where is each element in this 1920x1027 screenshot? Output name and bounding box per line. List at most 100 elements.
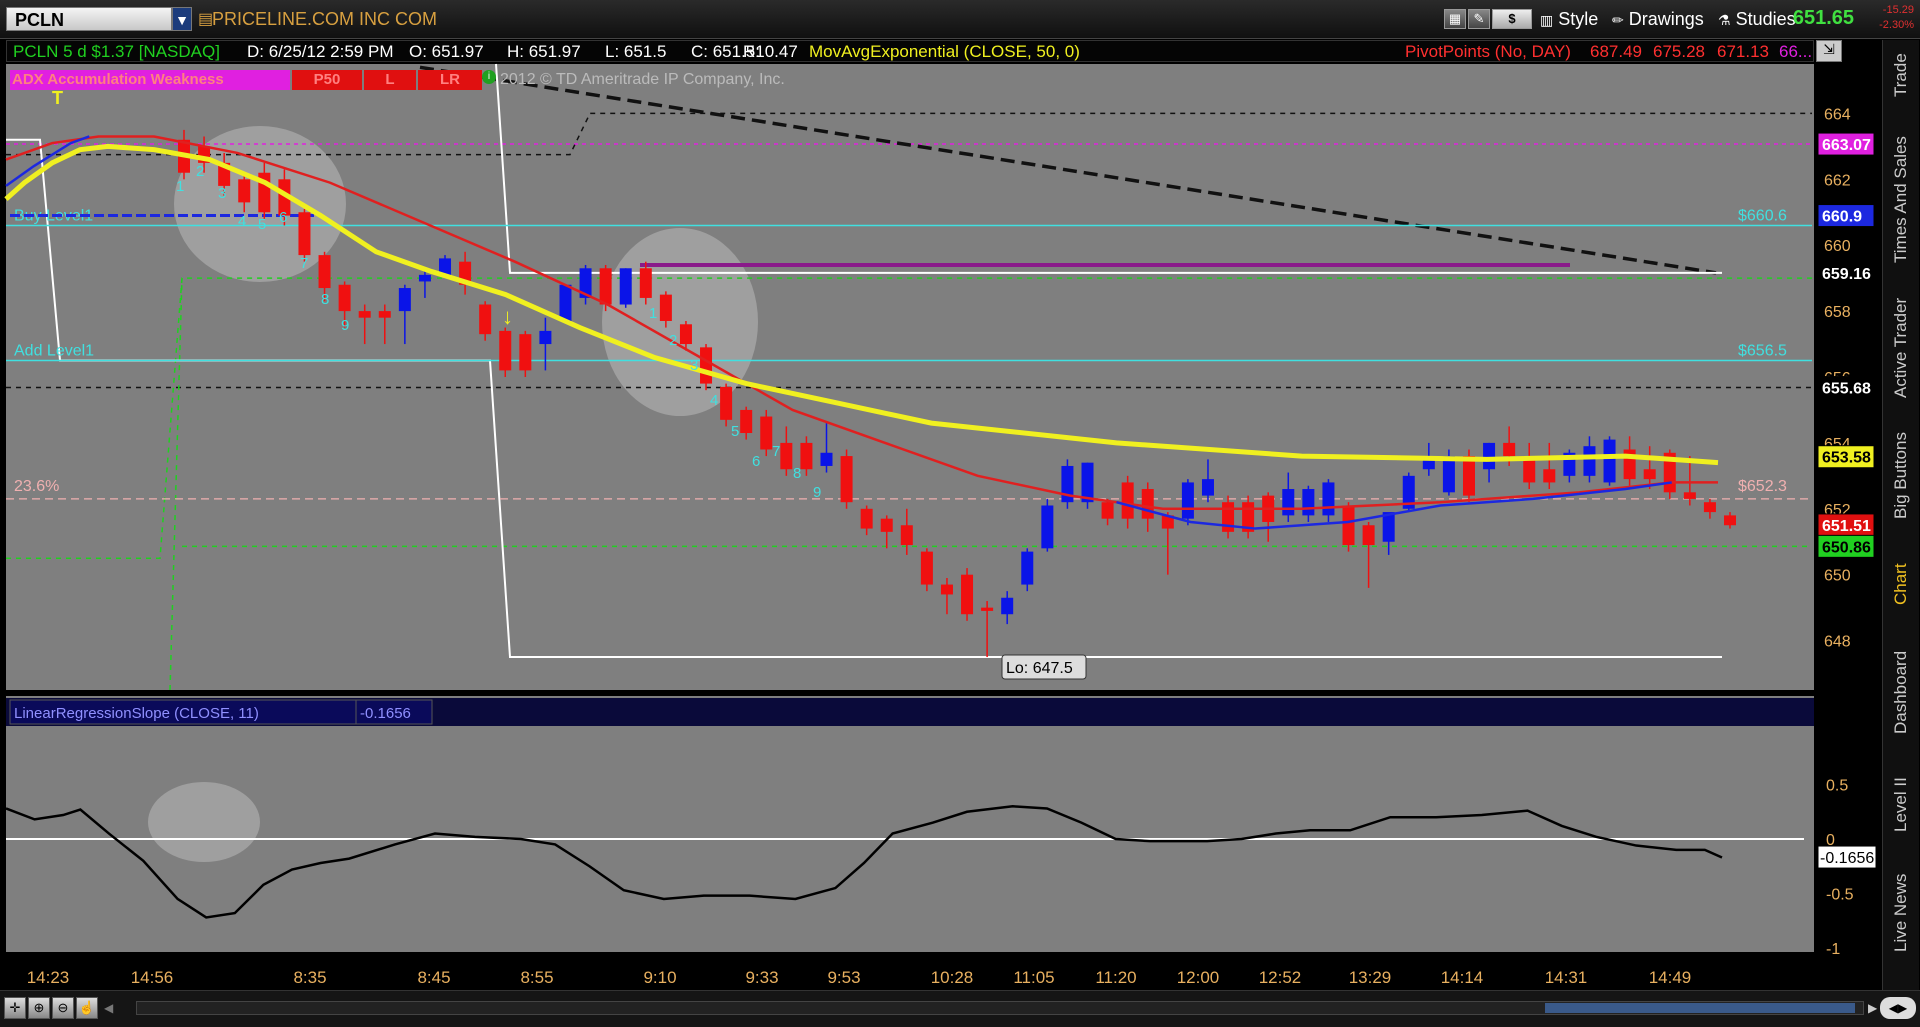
candle-body	[981, 607, 994, 611]
sequence-label: 7	[772, 443, 780, 460]
x-tick-label: 12:00	[1177, 968, 1220, 987]
fib-tag: $652.3	[1738, 478, 1787, 495]
candle-body	[1201, 479, 1214, 496]
crosshair-icon[interactable]: ✛	[4, 997, 26, 1019]
x-tick-label: 9:10	[643, 968, 676, 987]
candle-body	[1121, 482, 1134, 519]
buy-level-tag: $660.6	[1738, 207, 1787, 224]
zoom-in-icon[interactable]: ⊕	[28, 997, 50, 1019]
x-tick-label: 10:28	[931, 968, 974, 987]
candle-body	[940, 584, 953, 595]
tab-big-buttons[interactable]: Big Buttons	[1883, 416, 1919, 536]
pointer-icon[interactable]: ☝	[76, 997, 98, 1019]
candle-body	[760, 416, 773, 450]
candle-body	[820, 452, 833, 466]
fib-label: 23.6%	[14, 478, 59, 495]
percent-change: -2.30%	[1879, 19, 1914, 31]
candle-body	[599, 268, 612, 305]
x-tick-label: 12:52	[1259, 968, 1302, 987]
x-tick-label: 8:35	[293, 968, 326, 987]
candle-body	[860, 508, 873, 529]
legend-button-lr[interactable]: LR	[418, 70, 482, 90]
x-tick-label: 14:14	[1441, 968, 1484, 987]
candle-body	[1041, 505, 1054, 549]
y-tick-label: 664	[1824, 106, 1851, 123]
candle-body	[1583, 446, 1596, 476]
candle-body	[418, 274, 431, 282]
candle-body	[1342, 505, 1355, 546]
sequence-label: 4	[710, 392, 718, 409]
candle-body	[1181, 482, 1194, 519]
candle-body	[1021, 551, 1034, 585]
tab-chart[interactable]: Chart	[1883, 544, 1919, 624]
candle-body	[1603, 439, 1616, 483]
chart-canvas[interactable]: Buy Level1 $660.6Add Level1 $656.523.6% $65…	[0, 0, 1880, 990]
net-change: -15.29	[1882, 4, 1914, 16]
x-tick-label: 9:53	[827, 968, 860, 987]
x-tick-label: 8:45	[417, 968, 450, 987]
sequence-label: 5	[731, 423, 739, 440]
x-tick-label: 8:55	[520, 968, 553, 987]
price-tag-label: 655.68	[1822, 381, 1871, 398]
osc-y-tick-label: 0.5	[1826, 778, 1848, 795]
tab-trade[interactable]: Trade	[1883, 40, 1919, 110]
candle-body	[800, 442, 813, 470]
right-sidebar: Trade Times And Sales Active Trader Big …	[1882, 40, 1919, 1002]
tab-level-ii[interactable]: Level II	[1883, 760, 1919, 850]
info-icon[interactable]: i	[482, 70, 496, 84]
candle-body	[519, 334, 532, 371]
candle-body	[1703, 502, 1716, 513]
candle-body	[1503, 442, 1516, 457]
y-tick-label: 650	[1824, 568, 1851, 585]
candle-body	[318, 255, 331, 289]
candle-body	[479, 304, 492, 335]
legend-button-l[interactable]: L	[364, 70, 416, 90]
sequence-label: 3	[218, 185, 226, 202]
tab-times-and-sales[interactable]: Times And Sales	[1883, 120, 1919, 280]
candle-body	[1683, 492, 1696, 499]
scroll-left-icon[interactable]: ◀	[104, 1001, 113, 1015]
x-tick-label: 11:05	[1013, 968, 1054, 987]
scroll-right-icon[interactable]: ▶	[1868, 1001, 1877, 1015]
sequence-label: 8	[793, 465, 801, 482]
candle-body	[880, 518, 893, 532]
candle-body	[920, 551, 933, 585]
legend-button-p50[interactable]: P50	[292, 70, 362, 90]
legend-button-adx[interactable]: ADX Accumulation Weakness	[10, 70, 290, 90]
x-tick-label: 14:56	[131, 968, 174, 987]
candle-body	[619, 268, 632, 305]
horizontal-scrollbar[interactable]	[136, 1001, 1864, 1015]
tab-active-trader[interactable]: Active Trader	[1883, 288, 1919, 408]
osc-y-tick-label: -1	[1826, 941, 1840, 958]
bottom-toolbar: ✛ ⊕ ⊖ ☝ ◀ ▶ ◀▶	[0, 990, 1920, 1027]
candle-body	[1543, 469, 1556, 483]
zoom-out-icon[interactable]: ⊖	[52, 997, 74, 1019]
y-tick-label: 660	[1824, 238, 1851, 255]
add-level-tag: $656.5	[1738, 343, 1787, 360]
support-line-green	[169, 278, 183, 691]
x-tick-label: 14:49	[1649, 968, 1692, 987]
x-tick-label: 14:23	[27, 968, 70, 987]
x-tick-label: 13:29	[1349, 968, 1392, 987]
price-tag-label: 659.16	[1822, 266, 1871, 283]
expand-icon[interactable]: ◀▶	[1880, 997, 1916, 1019]
price-tag-label: 663.07	[1822, 137, 1871, 154]
candle-body	[1282, 489, 1295, 516]
sequence-label: 6	[752, 453, 760, 470]
osc-header-value: -0.1656	[360, 705, 411, 722]
tab-live-news[interactable]: Live News	[1883, 858, 1919, 968]
candle-body	[679, 324, 692, 345]
candle-body	[358, 311, 371, 318]
tab-dashboard[interactable]: Dashboard	[1883, 632, 1919, 752]
osc-title: LinearRegressionSlope (CLOSE, 11)	[14, 705, 259, 722]
sequence-label: 9	[813, 484, 821, 501]
scrollbar-thumb[interactable]	[1545, 1003, 1855, 1013]
candle-body	[1483, 442, 1496, 470]
candle-body	[298, 212, 311, 256]
price-tag-label: 651.51	[1822, 518, 1871, 535]
candle-body	[1101, 502, 1114, 519]
arrow-down-icon: ↓	[502, 304, 513, 329]
candle-body	[1442, 456, 1455, 493]
highlight-circle	[148, 782, 260, 862]
candle-body	[700, 347, 713, 384]
